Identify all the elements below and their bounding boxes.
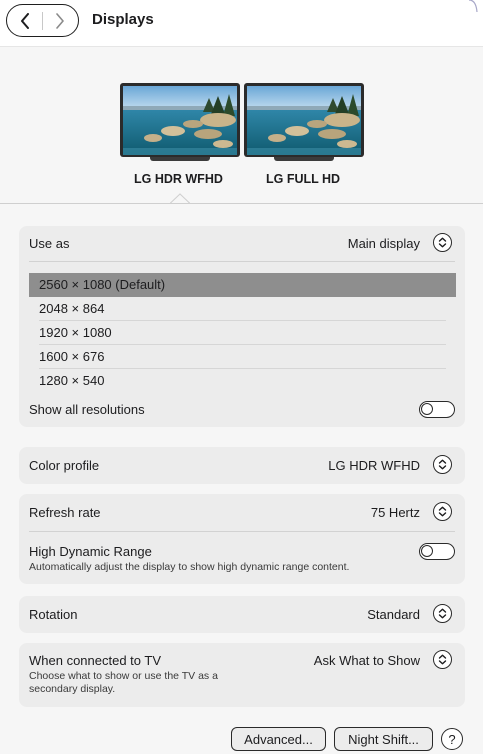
refresh-rate-label: Refresh rate xyxy=(29,505,101,520)
up-down-chevron-icon xyxy=(438,237,447,248)
resolution-label: 1920 × 1080 xyxy=(39,325,112,340)
help-button[interactable]: ? xyxy=(441,728,463,750)
resolution-label: 2048 × 864 xyxy=(39,301,105,316)
resolution-label: 1280 × 540 xyxy=(39,373,105,388)
rotation-label: Rotation xyxy=(29,607,78,622)
resolution-label: 2560 × 1080 (Default) xyxy=(39,277,166,292)
toggle-knob xyxy=(421,403,433,415)
up-down-chevron-icon xyxy=(438,506,447,517)
up-down-chevron-icon xyxy=(438,654,447,665)
window-edge-mark xyxy=(469,0,478,12)
tv-stepper[interactable] xyxy=(433,650,452,669)
navigation-buttons xyxy=(6,4,79,37)
chevron-left-icon xyxy=(20,12,29,29)
resolution-card: Use as Main display 2560 × 1080 (Default… xyxy=(19,226,465,427)
wallpaper-image xyxy=(247,86,361,155)
night-shift-button[interactable]: Night Shift... xyxy=(334,727,433,751)
wallpaper-image xyxy=(123,86,237,155)
resolution-list: 2560 × 1080 (Default) 2048 × 864 1920 × … xyxy=(29,273,456,393)
toggle-knob xyxy=(421,545,433,557)
back-button[interactable] xyxy=(7,6,42,36)
row-divider xyxy=(29,261,455,262)
tv-value[interactable]: Ask What to Show xyxy=(314,653,420,668)
monitor-label-primary[interactable]: LG HDR WFHD xyxy=(134,172,223,186)
refresh-hdr-card: Refresh rate 75 Hertz High Dynamic Range… xyxy=(19,494,465,584)
hdr-toggle[interactable] xyxy=(419,543,455,560)
monitor-stand xyxy=(274,157,334,161)
use-as-label: Use as xyxy=(29,236,70,251)
monitor-screen xyxy=(120,83,240,157)
refresh-rate-stepper[interactable] xyxy=(433,502,452,521)
hdr-label: High Dynamic Range xyxy=(29,544,152,559)
section-divider xyxy=(0,203,483,204)
resolution-label: 1600 × 676 xyxy=(39,349,105,364)
tv-card: When connected to TV Choose what to show… xyxy=(19,643,465,707)
tv-description: Choose what to show or use the TV as a s… xyxy=(29,670,218,695)
rotation-value[interactable]: Standard xyxy=(367,607,420,622)
show-all-resolutions-label: Show all resolutions xyxy=(29,402,145,417)
resolution-item[interactable]: 1280 × 540 xyxy=(29,369,456,393)
resolution-item[interactable]: 1920 × 1080 xyxy=(29,321,456,345)
monitor-screen xyxy=(244,83,364,157)
refresh-rate-value[interactable]: 75 Hertz xyxy=(371,505,420,520)
tv-label: When connected to TV xyxy=(29,653,162,668)
show-all-resolutions-toggle[interactable] xyxy=(419,401,455,418)
up-down-chevron-icon xyxy=(438,459,447,470)
use-as-value[interactable]: Main display xyxy=(348,236,420,251)
hdr-description: Automatically adjust the display to show… xyxy=(29,561,350,573)
row-divider xyxy=(29,531,455,532)
chevron-right-icon xyxy=(56,12,65,29)
title-bar: Displays xyxy=(0,0,483,46)
resolution-item[interactable]: 2560 × 1080 (Default) xyxy=(29,273,456,297)
displays-content: LG HDR WFHD LG FULL HD Use as Main displ… xyxy=(0,47,483,754)
monitor-stand xyxy=(150,157,210,161)
resolution-item[interactable]: 1600 × 676 xyxy=(29,345,456,369)
color-profile-value[interactable]: LG HDR WFHD xyxy=(328,458,420,473)
window-title: Displays xyxy=(92,11,154,28)
monitor-lg-hdr-wfhd[interactable] xyxy=(120,83,240,161)
monitor-lg-full-hd[interactable] xyxy=(244,83,364,161)
use-as-stepper[interactable] xyxy=(433,233,452,252)
forward-button[interactable] xyxy=(43,6,78,36)
rotation-card: Rotation Standard xyxy=(19,596,465,633)
advanced-button[interactable]: Advanced... xyxy=(231,727,326,751)
up-down-chevron-icon xyxy=(438,608,447,619)
color-profile-card: Color profile LG HDR WFHD xyxy=(19,447,465,484)
color-profile-stepper[interactable] xyxy=(433,455,452,474)
resolution-item[interactable]: 2048 × 864 xyxy=(29,297,456,321)
rotation-stepper[interactable] xyxy=(433,604,452,623)
color-profile-label: Color profile xyxy=(29,458,100,473)
monitor-arrangement: LG HDR WFHD LG FULL HD xyxy=(0,47,483,204)
monitor-label-secondary[interactable]: LG FULL HD xyxy=(266,172,340,186)
